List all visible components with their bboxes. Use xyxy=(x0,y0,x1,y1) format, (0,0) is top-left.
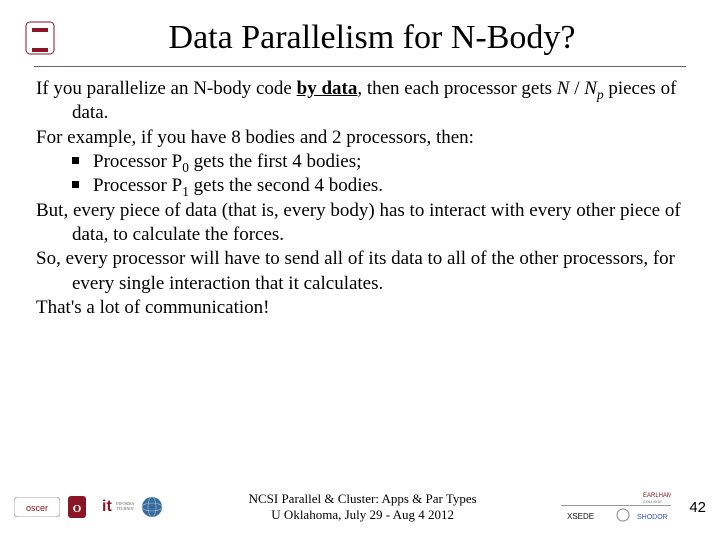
globe-logo-icon xyxy=(140,495,164,519)
svg-text:XSEDE: XSEDE xyxy=(567,512,594,521)
svg-text:COLLEGE: COLLEGE xyxy=(643,499,662,504)
footer-logos-left: oscer O itINFORMATIONTECHNOLOGY xyxy=(14,494,164,520)
page-number: 42 xyxy=(689,499,706,516)
list-item: Processor P0 gets the first 4 bodies; xyxy=(72,150,684,174)
para-3: But, every piece of data (that is, every… xyxy=(36,199,684,248)
svg-text:oscer: oscer xyxy=(26,503,48,513)
footer-line-2: U Oklahoma, July 29 - Aug 4 2012 xyxy=(164,507,561,523)
ou-logo-icon xyxy=(20,18,60,58)
svg-text:it: it xyxy=(102,498,112,515)
oscer-logo-icon: oscer xyxy=(14,497,60,517)
slide-body: If you parallelize an N-body code by dat… xyxy=(0,77,720,320)
para-4: So, every processor will have to send al… xyxy=(36,247,684,296)
list-item: Processor P1 gets the second 4 bodies. xyxy=(72,174,684,198)
footer-caption: NCSI Parallel & Cluster: Apps & Par Type… xyxy=(164,491,561,524)
it-logo-icon: itINFORMATIONTECHNOLOGY xyxy=(94,495,134,519)
svg-text:TECHNOLOGY: TECHNOLOGY xyxy=(116,506,134,511)
title-divider xyxy=(34,66,686,67)
para-1: If you parallelize an N-body code by dat… xyxy=(36,77,684,126)
ou-small-logo-icon: O xyxy=(66,494,88,520)
para-2: For example, if you have 8 bodies and 2 … xyxy=(36,126,684,150)
bullet-list: Processor P0 gets the first 4 bodies; Pr… xyxy=(36,150,684,199)
slide-title: Data Parallelism for N-Body? xyxy=(84,19,700,57)
svg-text:O: O xyxy=(73,503,82,515)
sponsor-block-icon: EARLHAM COLLEGE XSEDE SHODOR xyxy=(561,489,671,525)
footer-line-1: NCSI Parallel & Cluster: Apps & Par Type… xyxy=(164,491,561,507)
para-5: That's a lot of communication! xyxy=(36,296,684,320)
footer-logos-right: EARLHAM COLLEGE XSEDE SHODOR 42 xyxy=(561,489,706,525)
title-row: Data Parallelism for N-Body? xyxy=(0,0,720,64)
footer: oscer O itINFORMATIONTECHNOLOGY NCSI Par… xyxy=(0,482,720,532)
svg-text:SHODOR: SHODOR xyxy=(637,514,668,521)
